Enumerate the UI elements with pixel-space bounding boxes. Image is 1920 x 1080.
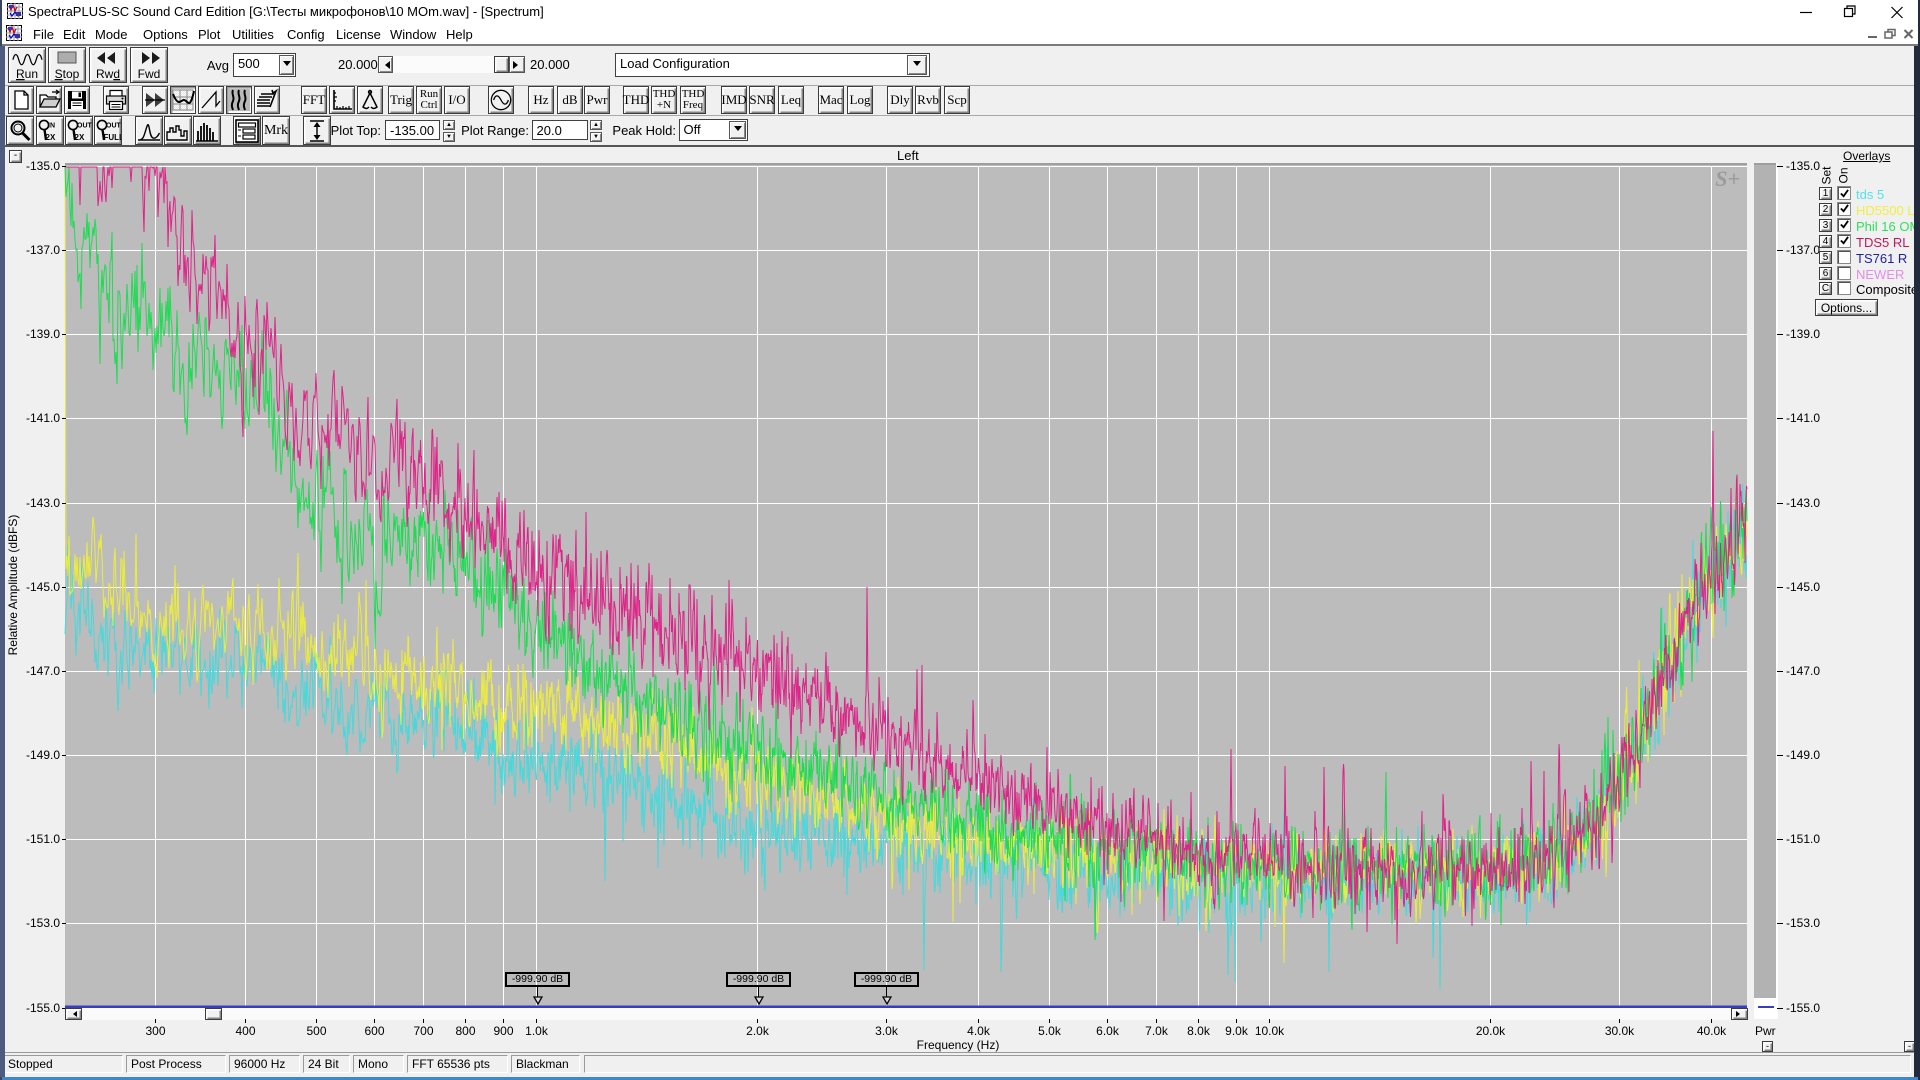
svg-text:S+: S+	[1715, 166, 1740, 191]
